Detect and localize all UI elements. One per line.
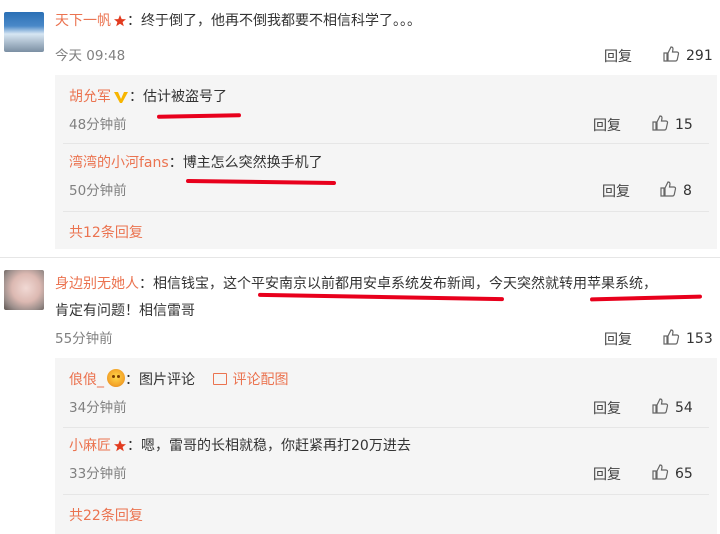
separator: ：: [125, 372, 139, 388]
username-link[interactable]: 胡允军: [69, 89, 111, 105]
comment-image-label: 评论配图: [232, 372, 289, 388]
comment-item: 天下一帆 ：终于倒了，他再不倒我都要不相信科学了。。。 今天 09:48 回复 2…: [0, 0, 720, 250]
divider: [63, 211, 709, 212]
divider: [63, 494, 709, 495]
more-replies-link[interactable]: 共22条回复: [69, 506, 143, 526]
comment-text: 相信钱宝，这个平安南京以前都用安卓系统发布新闻，今天突然就转用苹果系统，: [153, 276, 657, 292]
avatar[interactable]: [4, 12, 44, 52]
like-button[interactable]: 291: [662, 45, 713, 64]
thumbs-up-icon: [663, 46, 680, 62]
thumbs-up-icon: [652, 115, 669, 131]
username-link[interactable]: 湾湾的小河fans: [69, 155, 169, 171]
username-link[interactable]: 小麻匠: [69, 438, 111, 454]
timestamp: 50分钟前: [69, 183, 127, 199]
reply-panel: 俍俍_ ：图片评论 评论配图 34分钟前 回复 54 小麻匠 ：嗯，雷哥的长相就稳，…: [55, 358, 717, 534]
vip-badge-icon: [113, 90, 129, 110]
like-count: 15: [675, 117, 693, 133]
like-count: 8: [683, 183, 692, 199]
thumbs-up-icon: [652, 398, 669, 414]
divider: [63, 143, 709, 144]
more-replies-link[interactable]: 共12条回复: [69, 223, 143, 243]
reply-body: 俍俍_ ：图片评论 评论配图: [69, 369, 288, 390]
username-link[interactable]: 身边别无她人: [55, 276, 139, 292]
reply-body: 小麻匠 ：嗯，雷哥的长相就稳，你赶紧再打20万进去: [69, 436, 411, 459]
divider: [63, 427, 709, 428]
thumbs-up-icon: [652, 464, 669, 480]
star-badge-icon: [113, 439, 127, 459]
like-button[interactable]: 15: [651, 114, 693, 133]
like-count: 65: [675, 466, 693, 482]
reply-body: 胡允军 ：估计被盗号了: [69, 87, 227, 110]
separator: ：: [127, 13, 141, 29]
like-count: 291: [686, 48, 713, 64]
like-count: 153: [686, 331, 713, 347]
reply-body: 湾湾的小河fans：博主怎么突然换手机了: [69, 153, 323, 173]
reply-button[interactable]: 回复: [593, 115, 621, 135]
username-link[interactable]: 天下一帆: [55, 13, 111, 29]
image-icon: [213, 373, 228, 385]
comment-image-link[interactable]: 评论配图: [213, 372, 288, 388]
reply-button[interactable]: 回复: [602, 181, 630, 201]
reply-text: 估计被盗号了: [143, 89, 227, 105]
like-button[interactable]: 65: [651, 463, 693, 482]
reply-panel: 胡允军 ：估计被盗号了 48分钟前 回复 15 湾湾的小河fans：博主怎么突然换…: [55, 75, 717, 249]
star-badge-icon: [113, 14, 127, 34]
avatar[interactable]: [4, 270, 44, 310]
reply-button[interactable]: 回复: [604, 46, 632, 66]
separator: ：: [129, 89, 143, 105]
thumbs-up-icon: [660, 181, 677, 197]
timestamp: 55分钟前: [55, 331, 113, 347]
reply-text: 图片评论: [139, 372, 195, 388]
thumbs-up-icon: [663, 329, 680, 345]
timestamp: 34分钟前: [69, 400, 127, 416]
separator: ：: [139, 276, 153, 292]
emoji-icon: [107, 369, 125, 387]
reply-button[interactable]: 回复: [604, 329, 632, 349]
timestamp: 今天 09:48: [55, 48, 126, 64]
like-button[interactable]: 8: [659, 180, 692, 199]
username-link[interactable]: 俍俍_: [69, 372, 104, 388]
like-button[interactable]: 54: [651, 397, 693, 416]
timestamp: 48分钟前: [69, 117, 127, 133]
reply-text: 博主怎么突然换手机了: [182, 155, 323, 171]
separator: ：: [168, 155, 183, 171]
comment-body: 身边别无她人：相信钱宝，这个平安南京以前都用安卓系统发布新闻，今天突然就转用苹果…: [55, 274, 657, 294]
like-button[interactable]: 153: [662, 328, 713, 347]
comment-body: 天下一帆 ：终于倒了，他再不倒我都要不相信科学了。。。: [55, 11, 421, 34]
timestamp: 33分钟前: [69, 466, 127, 482]
separator: ：: [127, 438, 141, 454]
comment-text: 终于倒了，他再不倒我都要不相信科学了。。。: [141, 13, 421, 29]
reply-text: 嗯，雷哥的长相就稳，你赶紧再打20万进去: [141, 438, 411, 454]
like-count: 54: [675, 400, 693, 416]
reply-button[interactable]: 回复: [593, 464, 621, 484]
reply-button[interactable]: 回复: [593, 398, 621, 418]
comment-text-continued: 肯定有问题！相信雷哥: [55, 303, 195, 319]
